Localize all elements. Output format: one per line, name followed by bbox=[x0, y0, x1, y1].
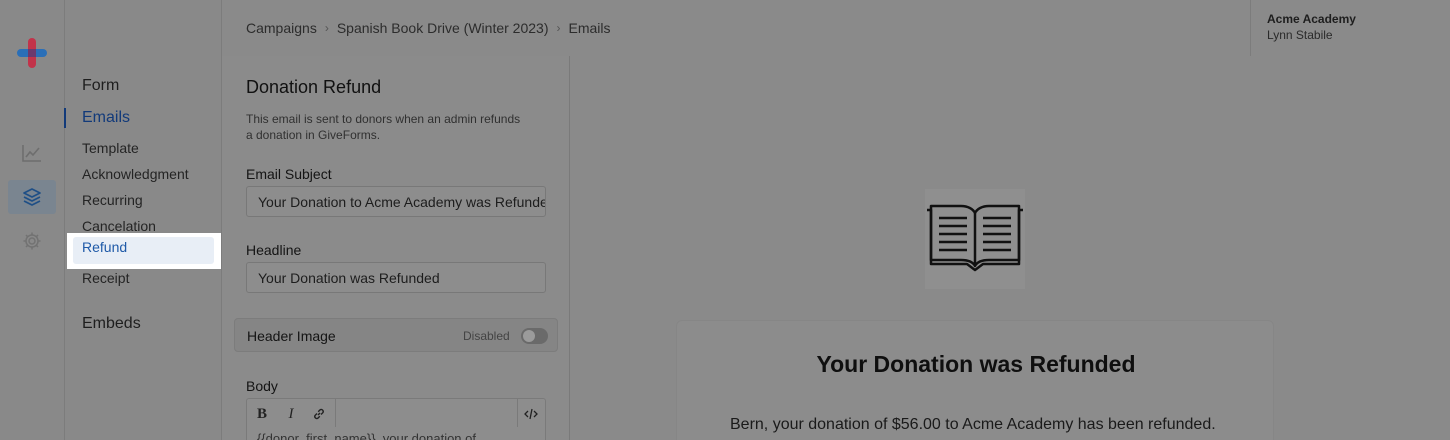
headline-label: Headline bbox=[246, 242, 302, 258]
breadcrumb-campaign[interactable]: Spanish Book Drive (Winter 2023) bbox=[337, 20, 549, 36]
email-subnav: Form Emails Template Acknowledgment Recu… bbox=[64, 0, 222, 440]
nav-item-cancelation[interactable]: Cancelation bbox=[82, 218, 156, 234]
header-image-state: Disabled bbox=[463, 329, 510, 343]
nav-item-acknowledgment[interactable]: Acknowledgment bbox=[82, 166, 189, 182]
email-preview-card: Your Donation was Refunded Bern, your do… bbox=[676, 320, 1274, 440]
code-icon[interactable] bbox=[520, 404, 542, 424]
active-indicator bbox=[64, 108, 66, 128]
subject-label: Email Subject bbox=[246, 166, 332, 182]
user-name: Lynn Stabile bbox=[1267, 28, 1333, 42]
nav-item-template[interactable]: Template bbox=[82, 140, 139, 156]
email-editor-panel: Donation Refund This email is sent to do… bbox=[222, 56, 570, 440]
nav-item-receipt[interactable]: Receipt bbox=[82, 270, 129, 286]
nav-item-recurring[interactable]: Recurring bbox=[82, 192, 143, 208]
layers-icon[interactable] bbox=[8, 180, 56, 214]
nav-emails[interactable]: Emails bbox=[82, 109, 130, 127]
panel-description: This email is sent to donors when an adm… bbox=[246, 112, 521, 142]
headline-input[interactable]: Your Donation was Refunded bbox=[246, 262, 546, 293]
bold-button[interactable]: B bbox=[251, 404, 273, 424]
toolbar-divider bbox=[335, 399, 336, 427]
toolbar-divider bbox=[517, 399, 518, 427]
toggle-knob bbox=[523, 330, 535, 342]
body-toolbar: B I bbox=[246, 398, 546, 428]
italic-button[interactable]: I bbox=[280, 404, 302, 424]
chart-icon[interactable] bbox=[16, 137, 48, 169]
chevron-right-icon: › bbox=[556, 21, 561, 35]
icon-rail bbox=[0, 0, 65, 440]
header-image-toggle[interactable] bbox=[521, 328, 548, 344]
header-image-label: Header Image bbox=[247, 328, 336, 344]
preview-headline: Your Donation was Refunded bbox=[816, 351, 1136, 377]
body-label: Body bbox=[246, 378, 278, 394]
header-image-row: Header Image Disabled bbox=[234, 318, 558, 352]
breadcrumb-emails: Emails bbox=[568, 20, 611, 36]
org-switcher[interactable]: Acme Academy Lynn Stabile bbox=[1250, 0, 1450, 56]
nav-item-refund[interactable]: Refund bbox=[67, 233, 221, 269]
breadcrumb: Campaigns › Spanish Book Drive (Winter 2… bbox=[246, 20, 611, 36]
link-icon[interactable] bbox=[308, 404, 330, 424]
org-name: Acme Academy bbox=[1267, 12, 1356, 26]
chevron-right-icon: › bbox=[324, 21, 329, 35]
nav-embeds[interactable]: Embeds bbox=[82, 315, 141, 333]
gear-icon[interactable] bbox=[16, 225, 48, 257]
breadcrumb-campaigns[interactable]: Campaigns bbox=[246, 20, 317, 36]
nav-item-refund-label: Refund bbox=[82, 239, 128, 255]
preview-body: Bern, your donation of $56.00 to Acme Ac… bbox=[730, 416, 1216, 433]
subject-input[interactable]: Your Donation to Acme Academy was Refund… bbox=[246, 186, 546, 217]
nav-form[interactable]: Form bbox=[82, 77, 119, 95]
panel-title: Donation Refund bbox=[246, 77, 382, 97]
open-book-icon bbox=[925, 202, 1025, 277]
header-image-preview bbox=[925, 189, 1025, 289]
logo-icon[interactable] bbox=[17, 38, 47, 68]
body-editor[interactable]: {{donor_first_name}}, your donation of bbox=[246, 427, 546, 440]
